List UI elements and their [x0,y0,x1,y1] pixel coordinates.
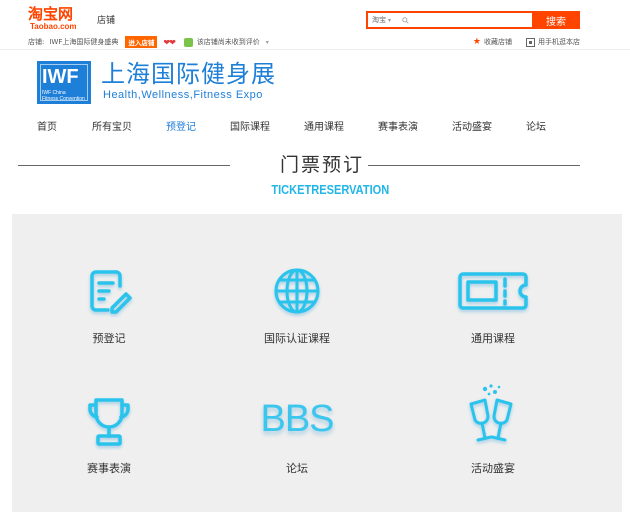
trophy-icon [88,398,130,446]
nav-item-events[interactable]: 活动盛宴 [452,118,492,133]
brand-title-en: Health,Wellness,Fitness Expo [103,89,263,101]
option-competitions[interactable]: 赛事表演 [34,394,184,494]
option-label: 赛事表演 [87,462,131,475]
no-evaluation-text: 该店铺尚未收到评价 [196,38,260,46]
option-label: 活动盛宴 [471,462,515,475]
no-evaluation-info[interactable]: 该店铺尚未收到评价 ▾ [183,37,269,47]
option-label: 国际认证课程 [264,332,330,345]
nav-item-competitions[interactable]: 赛事表演 [378,118,418,133]
nav-item-intl-courses[interactable]: 国际课程 [230,118,270,133]
iwf-logo-text: IWF [42,66,79,88]
shop-name-link[interactable]: IWF上海国际健身盛典 [49,37,118,47]
nav-item-general-courses[interactable]: 通用课程 [304,118,344,133]
champagne-icon [469,384,513,442]
brand-title-cn: 上海国际健身展 [101,60,276,88]
shop-nav: 首页 所有宝贝 预登记 国际课程 通用课程 赛事表演 活动盛宴 论坛 [0,118,630,134]
search-icon [402,13,412,27]
taobao-logo[interactable]: 淘宝网 Taobao.com [28,6,84,34]
option-preregister[interactable]: 预登记 [34,264,184,364]
nav-item-preregister[interactable]: 预登记 [166,118,196,133]
favorite-shop-label: 收藏店铺 [484,38,512,46]
option-label: 通用课程 [471,332,515,345]
search-scope-select[interactable]: 淘宝 ▾ [368,13,402,27]
mobile-view-label: 用手机逛本店 [538,38,580,46]
ticket-icon [458,272,528,310]
nav-item-all-products[interactable]: 所有宝贝 [92,118,132,133]
option-intl-certified-courses[interactable]: 国际认证课程 [222,264,372,364]
iwf-logo[interactable]: IWF IWF China Fitness Convention [37,61,91,104]
ticket-title-en: TICKETRESERVATION [271,182,390,197]
nav-item-forum[interactable]: 论坛 [526,118,546,133]
star-icon: ★ [472,37,481,47]
option-general-courses[interactable]: 通用课程 [418,264,568,364]
shop-prefix-label: 店铺: [28,38,45,46]
option-forum[interactable]: BBS 论坛 [222,394,372,494]
search-button[interactable]: 搜索 [532,11,580,29]
option-label: 预登记 [92,332,126,345]
option-events[interactable]: 活动盛宴 [418,382,568,482]
mobile-view-link[interactable]: 用手机逛本店 [526,37,580,47]
shop-tab-label[interactable]: 店铺 [97,13,115,26]
chevron-down-icon: ▾ [388,16,392,24]
ticket-options-panel: 预登记 国际认证课程 通用课程 赛事表演 BBS 论坛 活动盛宴 [12,214,622,512]
globe-icon [274,268,320,314]
shop-info-row: 店铺: IWF上海国际健身盛典 进入店铺 ❤❤ 该店铺尚未收到评价 ▾ [28,36,269,48]
form-edit-icon [90,270,132,314]
search-scope-label: 淘宝 [372,16,386,24]
option-label: 论坛 [286,462,308,475]
enter-shop-button[interactable]: 进入店铺 [125,36,158,48]
rating-face-icon [183,37,193,47]
nav-item-home[interactable]: 首页 [37,118,57,133]
ticket-title-cn: 门票预订 [279,154,364,176]
qr-code-icon [526,37,535,47]
bbs-icon: BBS [260,398,334,440]
chevron-down-icon: ▾ [265,38,269,46]
taobao-logo-en: Taobao.com [30,22,77,31]
favorite-shop-link[interactable]: ★ 收藏店铺 [473,37,512,47]
iwf-logo-subtitle: IWF China Fitness Convention [42,90,85,102]
search-box: 淘宝 ▾ 搜索 [366,11,580,29]
shop-actions: ★ 收藏店铺 用手机逛本店 [473,37,580,47]
heart-rating-icon: ❤❤ [163,37,175,47]
taobao-header: 淘宝网 Taobao.com 店铺 淘宝 ▾ 搜索 店铺: IWF上海国际健身盛… [0,0,630,50]
taobao-logo-cn: 淘宝网 [28,5,74,23]
